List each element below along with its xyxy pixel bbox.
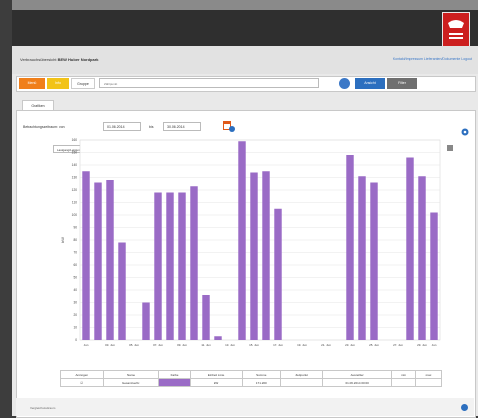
y-tick-label: 40 <box>73 288 77 292</box>
y-tick-label: 20 <box>73 313 77 317</box>
y-tick-label: 80 <box>73 238 77 242</box>
chart-bar[interactable] <box>190 186 198 340</box>
series-color-swatch <box>158 378 191 387</box>
chart-bar[interactable] <box>202 295 210 340</box>
chart-bar[interactable] <box>346 155 354 340</box>
meter-search-input[interactable]: Zählpunkt <box>99 78 319 88</box>
legend-header: min <box>391 370 416 379</box>
consumption-chart: 0 10 20 30 40 50 60 70 80 90 100 110 120 130 140 150 160… <box>60 138 441 347</box>
y-tick-label: 160 <box>72 138 78 142</box>
y-tick-label: 0 <box>75 338 77 342</box>
chart-bar[interactable] <box>358 176 366 340</box>
legend-header: Farbe <box>158 370 191 379</box>
app-window: Verbrauchsübersicht BEW Huber Nordpark K… <box>12 0 478 418</box>
legend-cell[interactable]: ☑ <box>60 378 104 387</box>
header-links[interactable]: Kontakt/Impressum Lieferanten/Dokumente … <box>393 57 472 61</box>
y-tick-label: 150 <box>72 151 78 155</box>
info-button[interactable]: Info <box>47 78 69 89</box>
legend-header: Ausreißer <box>322 370 393 379</box>
settings-icon[interactable] <box>461 123 469 136</box>
comparison-label: Vergleichszeitraum <box>30 406 56 410</box>
legend-header: Anzeigen <box>60 370 104 379</box>
y-tick-label: 50 <box>73 276 77 280</box>
title-bar: Verbrauchsübersicht BEW Huber Nordpark K… <box>12 46 478 74</box>
y-tick-label: 30 <box>73 301 77 305</box>
y-tick-label: 140 <box>72 163 78 167</box>
legend-cell <box>415 378 442 387</box>
y-axis-title: kW <box>60 237 65 243</box>
x-tick-label: 19. Jun <box>297 343 307 347</box>
chart-bar[interactable] <box>406 157 414 341</box>
brand-logo[interactable] <box>442 12 470 48</box>
y-tick-label: 70 <box>73 251 77 255</box>
group-button[interactable]: Gruppe <box>71 78 95 89</box>
x-tick-label: 05. Jun <box>129 343 139 347</box>
x-tick-label: Jun <box>84 343 89 347</box>
x-tick-label: 13. Jun <box>225 343 235 347</box>
chart-bar[interactable] <box>250 172 258 341</box>
tab-strip: Grafiken <box>16 100 474 111</box>
chart-bar[interactable] <box>430 212 438 341</box>
y-tick-label: 60 <box>73 263 77 267</box>
chart-bar[interactable] <box>118 242 126 341</box>
chart-bar[interactable] <box>94 182 102 341</box>
globe-icon[interactable] <box>339 78 350 89</box>
x-tick-label: 23. Jun <box>345 343 355 347</box>
menu-button[interactable]: Menü <box>19 78 45 89</box>
x-tick-label: 25. Jun <box>369 343 379 347</box>
x-tick-label: 09. Jun <box>177 343 187 347</box>
chart-bar[interactable] <box>274 208 282 340</box>
y-tick-label: 110 <box>72 201 77 205</box>
chart-bar[interactable] <box>214 336 222 340</box>
y-tick-label: 10 <box>73 326 77 330</box>
chart-bar[interactable] <box>262 171 270 340</box>
legend-cell: 171.200 <box>241 378 282 387</box>
x-tick-label: 29. Jun <box>417 343 427 347</box>
y-tick-label: 90 <box>73 226 77 230</box>
x-tick-label: Jun <box>432 343 437 347</box>
window-titlebar <box>12 0 478 10</box>
legend-cell <box>280 378 324 387</box>
series-legend-table: Anzeigen Name Farbe Einheit Linie Summe Zeitp… <box>60 370 442 390</box>
x-tick-label: 27. Jun <box>393 343 403 347</box>
legend-header: Zeitpunkt <box>280 370 324 379</box>
legend-header: Summe <box>241 370 282 379</box>
x-tick-label: 17. Jun <box>273 343 283 347</box>
legend-cell: Gesamtverbr. <box>102 378 160 387</box>
chart-bar[interactable] <box>178 192 186 341</box>
x-tick-label: 15. Jun <box>249 343 259 347</box>
filter-button[interactable]: Filter <box>387 78 417 89</box>
view-button[interactable]: Ansicht <box>355 78 385 89</box>
comparison-row: Vergleichszeitraum <box>16 398 474 416</box>
y-tick-label: 120 <box>72 188 78 192</box>
app-header <box>12 10 478 46</box>
chart-bar[interactable] <box>166 192 174 341</box>
y-tick-label: 130 <box>72 176 78 180</box>
chart-bar[interactable] <box>238 141 246 340</box>
x-tick-label: 11. Jun <box>201 343 211 347</box>
legend-cell <box>391 378 416 387</box>
chart-bar[interactable] <box>142 302 150 341</box>
chart-bar[interactable] <box>154 192 162 341</box>
chart-bar[interactable] <box>82 171 90 340</box>
chart-bar[interactable] <box>418 176 426 340</box>
chart-bar[interactable] <box>106 180 114 340</box>
expand-icon[interactable] <box>461 404 468 411</box>
page-title: Verbrauchsübersicht BEW Huber Nordpark <box>20 57 99 62</box>
x-tick-label: 07. Jun <box>153 343 163 347</box>
y-tick-label: 100 <box>72 213 78 217</box>
x-tick-label: 21. Jun <box>321 343 331 347</box>
toolbar: Menü Info Gruppe Zählpunkt Ansicht Filte… <box>16 76 476 92</box>
legend-header: Einheit Linie <box>189 370 243 379</box>
legend-header: max <box>415 370 442 379</box>
legend-header: Name <box>102 370 160 379</box>
legend-cell: kW <box>189 378 243 387</box>
chart-bar[interactable] <box>370 182 378 341</box>
x-tick-label: 03. Jun <box>105 343 115 347</box>
legend-cell: 01.06.2014 00:00 <box>322 378 393 387</box>
